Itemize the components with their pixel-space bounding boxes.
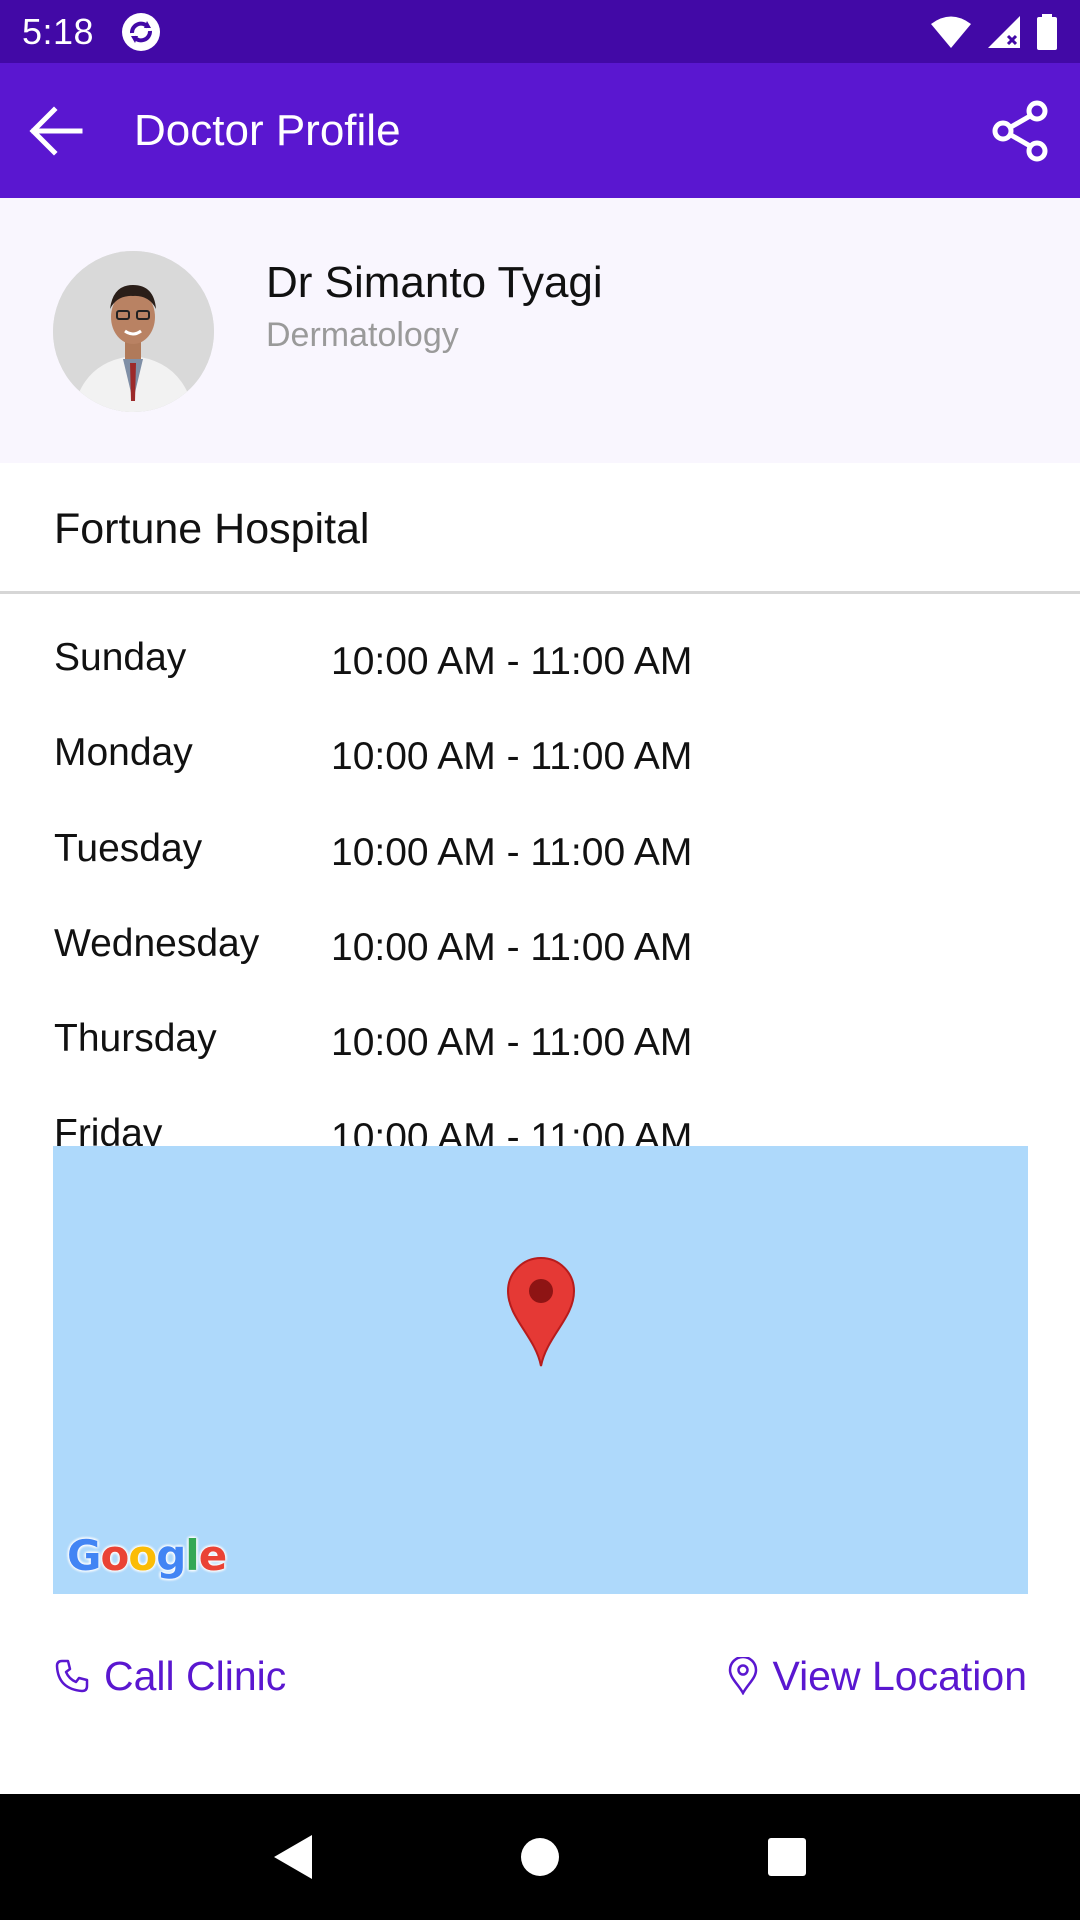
map-view[interactable]: Google <box>53 1146 1028 1594</box>
nav-home-button[interactable] <box>500 1817 580 1897</box>
share-icon <box>992 100 1048 161</box>
map-pin-icon[interactable] <box>505 1256 577 1368</box>
schedule-day: Tuesday <box>54 827 203 870</box>
wifi-icon <box>931 16 971 48</box>
nav-back-button[interactable] <box>253 1817 333 1897</box>
sync-app-icon <box>122 12 161 51</box>
back-button[interactable] <box>0 63 112 198</box>
schedule-row: Thursday 10:00 AM - 11:00 AM <box>0 1017 1080 1097</box>
app-bar: Doctor Profile <box>0 63 1080 198</box>
schedule-row: Wednesday 10:00 AM - 11:00 AM <box>0 922 1080 1002</box>
call-clinic-button[interactable]: Call Clinic <box>54 1648 286 1704</box>
avatar <box>53 251 214 412</box>
schedule-day: Friday <box>54 1112 163 1146</box>
schedule-row: Friday 10:00 AM - 11:00 AM <box>0 1112 1080 1146</box>
profile-header: Dr Simanto Tyagi Dermatology <box>0 198 1080 463</box>
schedule-day: Monday <box>54 731 193 774</box>
signal-icon <box>988 15 1020 48</box>
schedule-time: 10:00 AM - 11:00 AM <box>331 1021 693 1064</box>
schedule-time: 10:00 AM - 11:00 AM <box>331 735 693 778</box>
schedule-row: Tuesday 10:00 AM - 11:00 AM <box>0 827 1080 907</box>
doctor-name: Dr Simanto Tyagi <box>266 258 603 307</box>
triangle-back-icon <box>274 1835 313 1879</box>
schedule-day: Sunday <box>54 636 187 679</box>
schedule-time: 10:00 AM - 11:00 AM <box>331 640 693 683</box>
schedule-time: 10:00 AM - 11:00 AM <box>331 926 693 969</box>
clinic-name: Fortune Hospital <box>54 505 370 553</box>
doctor-profile-screen: 5:18 Doctor Profile Dr Simanto Tyagi Der… <box>0 0 1080 1920</box>
nav-recents-button[interactable] <box>747 1817 827 1897</box>
schedule-row: Sunday 10:00 AM - 11:00 AM <box>0 636 1080 716</box>
schedule-day: Wednesday <box>54 922 260 965</box>
phone-icon <box>55 1659 89 1693</box>
view-location-button[interactable]: View Location <box>728 1648 1027 1704</box>
schedule-list: Sunday 10:00 AM - 11:00 AM Monday 10:00 … <box>0 594 1080 1146</box>
status-bar: 5:18 <box>0 0 1080 63</box>
doctor-photo <box>53 251 214 412</box>
page-title: Doctor Profile <box>134 105 401 155</box>
status-time: 5:18 <box>22 10 95 52</box>
circle-home-icon <box>520 1838 559 1876</box>
doctor-specialty: Dermatology <box>266 316 459 354</box>
square-recents-icon <box>767 1838 806 1876</box>
location-pin-icon <box>729 1657 758 1695</box>
view-location-label: View Location <box>772 1652 1027 1699</box>
share-button[interactable] <box>962 63 1080 198</box>
schedule-row: Monday 10:00 AM - 11:00 AM <box>0 731 1080 811</box>
schedule-day: Thursday <box>54 1017 217 1060</box>
call-clinic-label: Call Clinic <box>104 1652 287 1699</box>
arrow-left-icon <box>29 105 83 156</box>
system-nav-bar <box>0 1794 1080 1920</box>
schedule-time: 10:00 AM - 11:00 AM <box>331 831 693 874</box>
battery-icon <box>1037 13 1057 50</box>
schedule-time: 10:00 AM - 11:00 AM <box>331 1116 693 1146</box>
google-logo: Google <box>67 1531 227 1580</box>
